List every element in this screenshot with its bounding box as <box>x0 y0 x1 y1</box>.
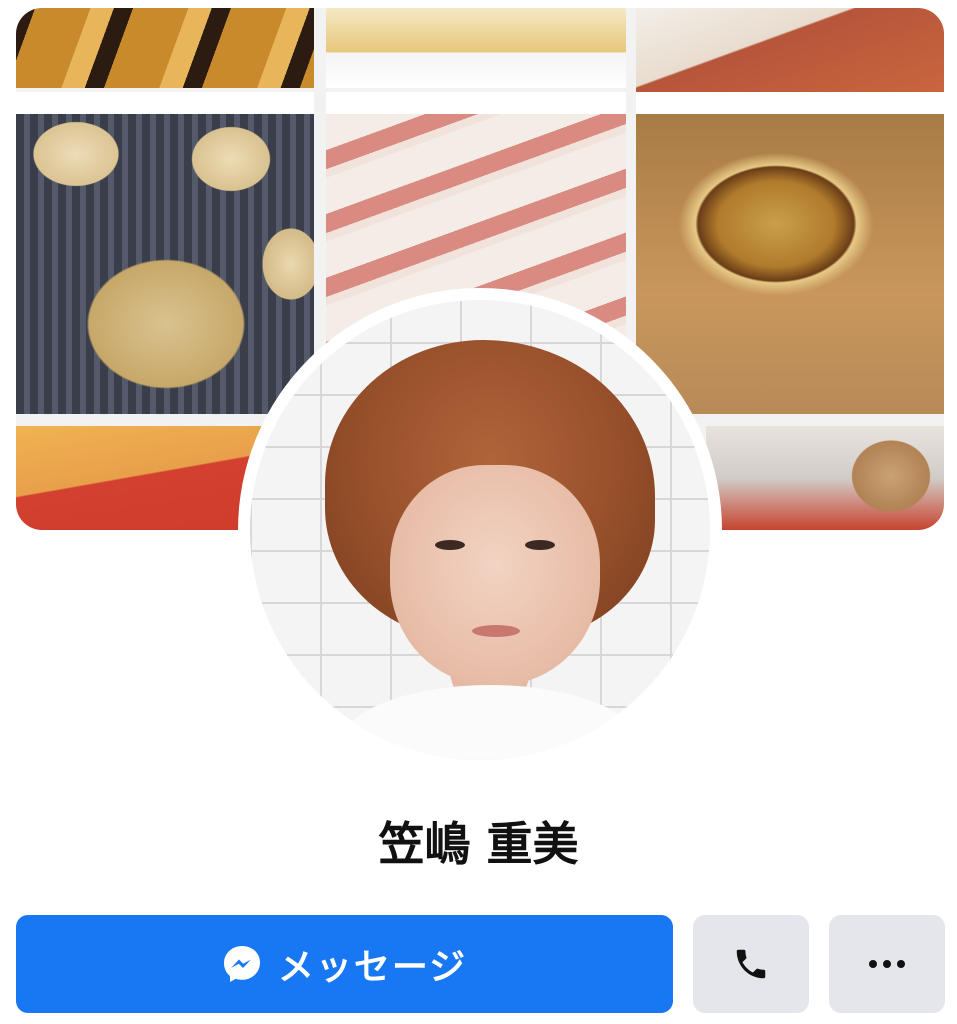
cover-collage-tile <box>16 8 314 88</box>
profile-avatar[interactable] <box>250 300 710 760</box>
avatar-face <box>390 465 600 685</box>
call-button[interactable] <box>693 915 809 1013</box>
profile-name: 笠嶋 重美 <box>378 817 579 871</box>
avatar-mouth <box>472 625 520 637</box>
collage-action-strip <box>326 92 626 114</box>
message-button[interactable]: メッセージ <box>16 915 673 1013</box>
phone-icon <box>736 949 766 979</box>
message-button-label: メッセージ <box>277 947 468 988</box>
avatar-shirt <box>340 685 640 760</box>
more-dots-icon <box>869 960 905 968</box>
avatar-eye <box>435 540 465 550</box>
messenger-icon <box>223 946 260 982</box>
cover-collage-tile <box>636 8 944 92</box>
cover-collage-tile <box>16 114 314 414</box>
collage-action-strip <box>16 92 314 114</box>
cover-collage-tile <box>636 114 944 414</box>
profile-page: 笠嶋 重美 メッセージ <box>0 0 957 1024</box>
cover-collage-tile <box>326 8 626 88</box>
collage-action-strip <box>636 92 944 114</box>
more-button[interactable] <box>829 915 945 1013</box>
cover-collage-tile <box>706 426 944 530</box>
avatar-eye <box>525 540 555 550</box>
